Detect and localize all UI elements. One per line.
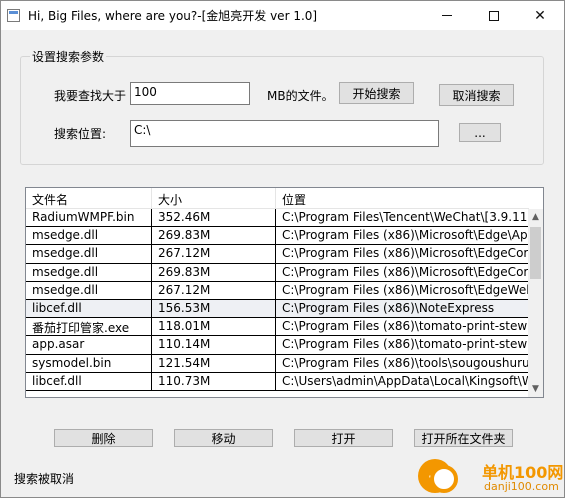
file-size-cell: 110.73M [152,372,276,391]
file-path-cell: C:\Program Files (x86)\tomato-print-stew… [276,336,529,355]
browse-button[interactable]: ... [459,123,501,142]
table-row[interactable]: msedge.dll 269.83M C:\Program Files (x86… [26,263,529,282]
file-name-cell: libcef.dll [26,372,152,391]
table-row[interactable]: msedge.dll 269.83M C:\Program Files (x86… [26,227,529,246]
table-row[interactable]: app.asar 110.14M C:\Program Files (x86)\… [26,336,529,355]
file-size-cell: 156.53M [152,299,276,319]
file-name-cell: msedge.dll [26,227,152,246]
file-size-cell: 267.12M [152,281,276,300]
file-name-cell: app.asar [26,336,152,355]
move-button[interactable]: 移动 [174,429,273,447]
file-name-cell: RadiumWMPF.bin [26,209,152,228]
file-size-cell: 121.54M [152,354,276,373]
search-params-title: 设置搜索参数 [30,48,107,65]
file-name-cell: libcef.dll [26,299,152,319]
file-path-cell: C:\Program Files (x86)\tomato-print-stew… [276,318,529,337]
table-row[interactable]: msedge.dll 267.12M C:\Program Files (x86… [26,281,529,300]
file-list-rows: RadiumWMPF.bin 352.46M C:\Program Files\… [26,209,529,391]
file-size-cell: 352.46M [152,209,276,228]
maximize-icon [489,10,499,21]
file-name-cell: msedge.dll [26,245,152,264]
size-input[interactable]: 100 [130,82,250,105]
size-label: 我要查找大于 [54,89,127,103]
file-path-cell: C:\Program Files (x86)\tools\sougoushuru… [276,354,529,373]
watermark-site-url: danji100.com [484,480,559,493]
table-row[interactable]: 番茄打印管家.exe 118.01M C:\Program Files (x86… [26,318,529,337]
table-row[interactable]: libcef.dll 156.53M C:\Program Files (x86… [26,299,529,319]
file-size-cell: 269.83M [152,227,276,246]
file-size-cell: 118.01M [152,318,276,337]
file-size-cell: 267.12M [152,245,276,264]
file-path-cell: C:\Users\admin\AppData\Local\Kingsoft\WP… [276,372,529,391]
status-text: 搜索被取消 [14,472,75,486]
site-logo-icon: + [418,459,458,493]
maximize-button[interactable] [471,1,517,30]
column-header-name[interactable]: 文件名 [26,188,152,209]
scroll-up-icon[interactable]: ▲ [528,209,543,225]
close-icon: ✕ [534,7,546,24]
column-header-size[interactable]: 大小 [152,188,276,209]
file-path-cell: C:\Program Files (x86)\Microsoft\EdgeCor… [276,263,529,282]
table-row[interactable]: libcef.dll 110.73M C:\Users\admin\AppDat… [26,372,529,391]
open-button[interactable]: 打开 [294,429,393,447]
file-list-header: 文件名 大小 位置 [26,188,529,209]
table-row[interactable]: sysmodel.bin 121.54M C:\Program Files (x… [26,354,529,373]
table-row[interactable]: msedge.dll 267.12M C:\Program Files (x86… [26,245,529,264]
title-bar[interactable]: Hi, Big Files, where are you?-[金旭亮开发 ver… [1,1,564,30]
app-window: Hi, Big Files, where are you?-[金旭亮开发 ver… [0,0,565,498]
site-watermark: + 单机100网 danji100.com [418,457,564,497]
file-path-cell: C:\Program Files\Tencent\WeChat\[3.9.11.… [276,209,529,228]
scroll-thumb[interactable] [530,227,541,279]
app-icon [7,9,20,22]
file-list[interactable]: 文件名 大小 位置 RadiumWMPF.bin 352.46M C:\Prog… [25,187,544,398]
minimize-button[interactable] [424,1,470,30]
file-name-cell: sysmodel.bin [26,354,152,373]
vertical-scrollbar[interactable]: ▲ ▼ [528,209,543,397]
delete-button[interactable]: 删除 [54,429,153,447]
open-folder-button[interactable]: 打开所在文件夹 [414,429,513,447]
file-path-cell: C:\Program Files (x86)\Microsoft\EdgeCor… [276,245,529,264]
size-unit-label: MB的文件。 [267,89,334,103]
table-row[interactable]: RadiumWMPF.bin 352.46M C:\Program Files\… [26,209,529,228]
file-name-cell: msedge.dll [26,263,152,282]
start-search-button[interactable]: 开始搜索 [339,82,414,104]
window-title: Hi, Big Files, where are you?-[金旭亮开发 ver… [28,9,318,23]
file-name-cell: 番茄打印管家.exe [26,318,152,337]
cancel-search-button[interactable]: 取消搜索 [439,84,514,106]
file-size-cell: 269.83M [152,263,276,282]
file-path-cell: C:\Program Files (x86)\Microsoft\EdgeWeb… [276,281,529,300]
file-path-cell: C:\Program Files (x86)\NoteExpress [276,299,529,319]
location-label: 搜索位置: [54,127,107,141]
scroll-down-icon[interactable]: ▼ [528,381,543,397]
file-name-cell: msedge.dll [26,281,152,300]
close-button[interactable]: ✕ [517,1,563,30]
file-size-cell: 110.14M [152,336,276,355]
column-header-location[interactable]: 位置 [276,188,529,209]
search-params-group [20,56,544,165]
location-input[interactable]: C:\ [130,120,439,147]
minimize-icon [442,15,452,16]
file-path-cell: C:\Program Files (x86)\Microsoft\Edge\Ap… [276,227,529,246]
